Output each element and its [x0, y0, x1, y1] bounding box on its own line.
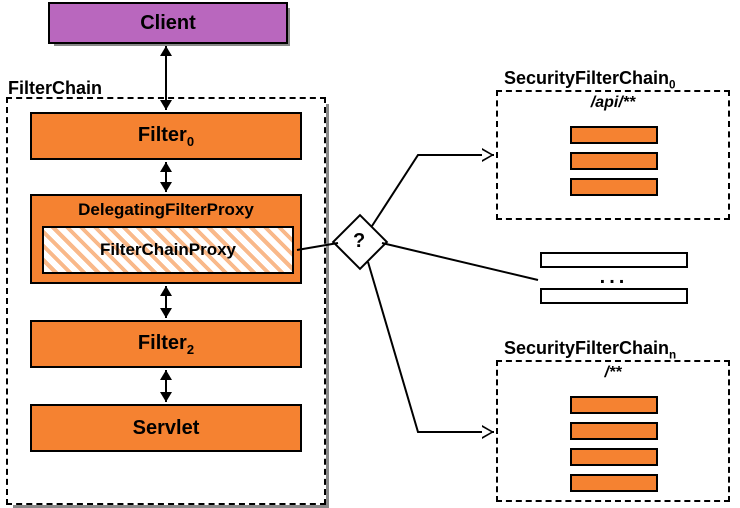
sfc0-filters: [570, 126, 658, 204]
filter-bar: [570, 152, 658, 170]
filter-bar: [570, 448, 658, 466]
diagram-canvas: Client FilterChain Filter0 DelegatingFil…: [0, 0, 740, 507]
arrowhead-icon: [160, 392, 172, 402]
ellipsis-chains: ...: [540, 252, 688, 310]
security-filter-chain-0-box: /api/**: [496, 90, 730, 220]
security-filter-chain-n-box: /**: [496, 360, 730, 502]
client-box: Client: [48, 2, 288, 44]
filter-chain-proxy-label: FilterChainProxy: [100, 240, 236, 260]
filter-bar: [570, 422, 658, 440]
filter-bar: [570, 178, 658, 196]
open-arrowhead-icon: [482, 148, 494, 162]
filter-2-label: Filter2: [138, 332, 194, 357]
arrowhead-icon: [160, 162, 172, 172]
decision-symbol: ?: [353, 230, 365, 253]
arrowhead-icon: [160, 46, 172, 56]
arrowhead-icon: [160, 182, 172, 192]
delegating-filter-proxy-label: DelegatingFilterProxy: [78, 200, 254, 220]
sfc0-pattern: /api/**: [498, 94, 728, 112]
security-filter-chain-0-label: SecurityFilterChain0: [504, 68, 676, 92]
filter-chain-proxy-box: FilterChainProxy: [42, 226, 294, 274]
filter-bar: [570, 396, 658, 414]
ellipsis-dots: ...: [540, 272, 688, 282]
filter-2-box: Filter2: [30, 320, 302, 368]
filter-0-label: Filter0: [138, 124, 194, 149]
servlet-label: Servlet: [133, 417, 200, 440]
filter-0-box: Filter0: [30, 112, 302, 160]
client-label: Client: [140, 12, 196, 35]
ellipsis-bar: [540, 288, 688, 304]
open-arrowhead-icon: [482, 425, 494, 439]
arrowhead-icon: [160, 370, 172, 380]
arrowhead-icon: [160, 286, 172, 296]
servlet-box: Servlet: [30, 404, 302, 452]
filter-bar: [570, 126, 658, 144]
arrowhead-icon: [160, 100, 172, 110]
sfcn-filters: [570, 396, 658, 500]
filter-bar: [570, 474, 658, 492]
security-filter-chain-n-label: SecurityFilterChainn: [504, 338, 676, 362]
arrowhead-icon: [160, 308, 172, 318]
delegating-filter-proxy-box: DelegatingFilterProxy FilterChainProxy: [30, 194, 302, 284]
filterchain-label: FilterChain: [8, 78, 102, 99]
sfcn-pattern: /**: [498, 364, 728, 382]
